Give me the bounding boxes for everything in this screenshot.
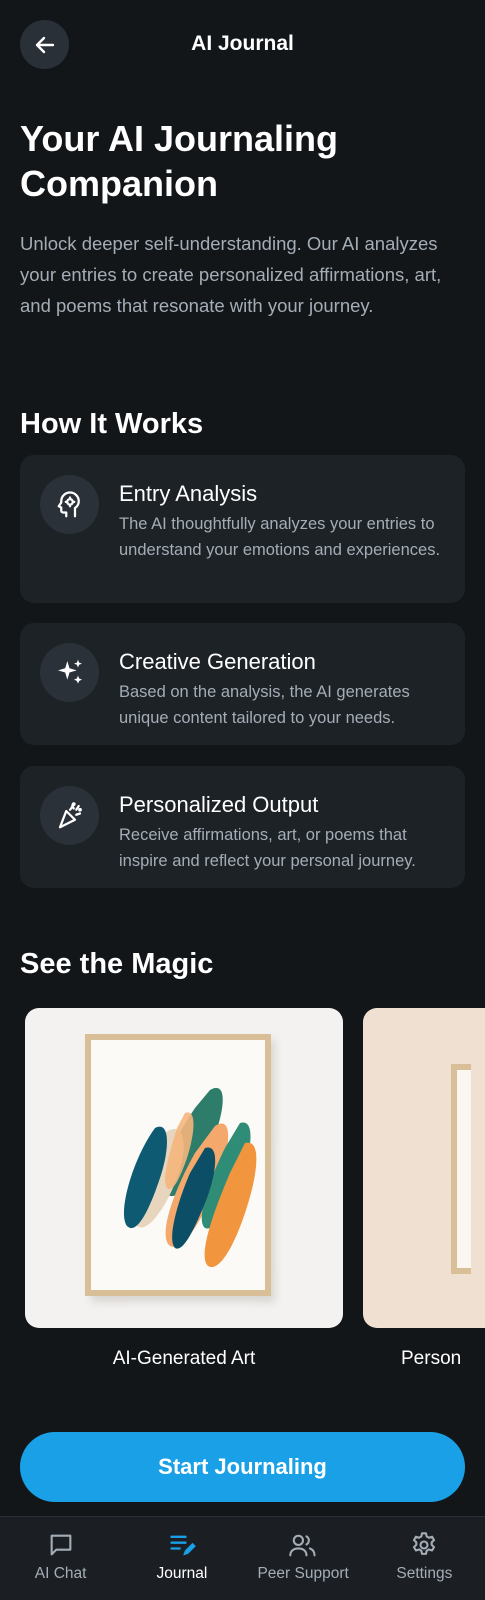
nav-label: AI Chat xyxy=(34,1565,87,1582)
chat-bubble-icon xyxy=(50,1534,72,1556)
nav-item-peer-support[interactable]: Peer Support xyxy=(243,1517,364,1600)
party-popper-icon xyxy=(40,786,99,845)
page-title: AI Journal xyxy=(191,32,294,55)
step-title: Entry Analysis xyxy=(119,481,258,506)
nav-item-settings[interactable]: Settings xyxy=(364,1517,485,1600)
nav-item-ai-chat[interactable]: AI Chat xyxy=(0,1517,121,1600)
brain-gear-icon xyxy=(40,475,99,534)
step-card-creative-generation: Creative Generation Based on the analysi… xyxy=(20,623,465,745)
second-preview-image xyxy=(363,1008,485,1328)
art-preview-image xyxy=(25,1008,343,1328)
people-icon xyxy=(289,1534,316,1557)
top-app-bar: AI Journal xyxy=(0,0,485,92)
step-description: Receive affirmations, art, or poems that… xyxy=(119,826,416,870)
step-title: Creative Generation xyxy=(119,649,316,674)
step-card-personalized-output: Personalized Output Receive affirmations… xyxy=(20,766,465,888)
nav-label: Settings xyxy=(396,1565,453,1582)
step-title: Personalized Output xyxy=(119,792,319,817)
gear-icon xyxy=(413,1532,436,1555)
step-description: The AI thoughtfully analyzes your entrie… xyxy=(119,515,441,559)
see-the-magic-heading: See the Magic xyxy=(20,948,214,980)
sparkles-icon xyxy=(40,643,99,702)
slide-caption: AI-Generated Art xyxy=(112,1348,256,1368)
journal-edit-icon xyxy=(170,1535,196,1556)
nav-label: Journal xyxy=(156,1565,208,1582)
step-card-entry-analysis: Entry Analysis The AI thoughtfully analy… xyxy=(20,455,465,603)
bottom-navigation: AI Chat Journal Peer Support Settings xyxy=(0,1516,485,1600)
nav-item-journal[interactable]: Journal xyxy=(121,1517,242,1600)
carousel-slide-art[interactable]: AI-Generated Art xyxy=(25,1008,343,1368)
start-journaling-button[interactable]: Start Journaling xyxy=(20,1432,465,1502)
step-description: Based on the analysis, the AI generates … xyxy=(119,683,410,727)
hero-title: Your AI Journaling Companion xyxy=(20,118,339,204)
slide-caption: Person xyxy=(401,1348,462,1368)
magic-carousel[interactable]: AI-Generated Art Person xyxy=(0,1008,485,1368)
how-it-works-heading: How It Works xyxy=(20,408,204,440)
carousel-slide-second[interactable]: Person xyxy=(363,1008,485,1368)
nav-label: Peer Support xyxy=(257,1565,349,1582)
hero-description: Unlock deeper self-understanding. Our AI… xyxy=(20,233,442,316)
